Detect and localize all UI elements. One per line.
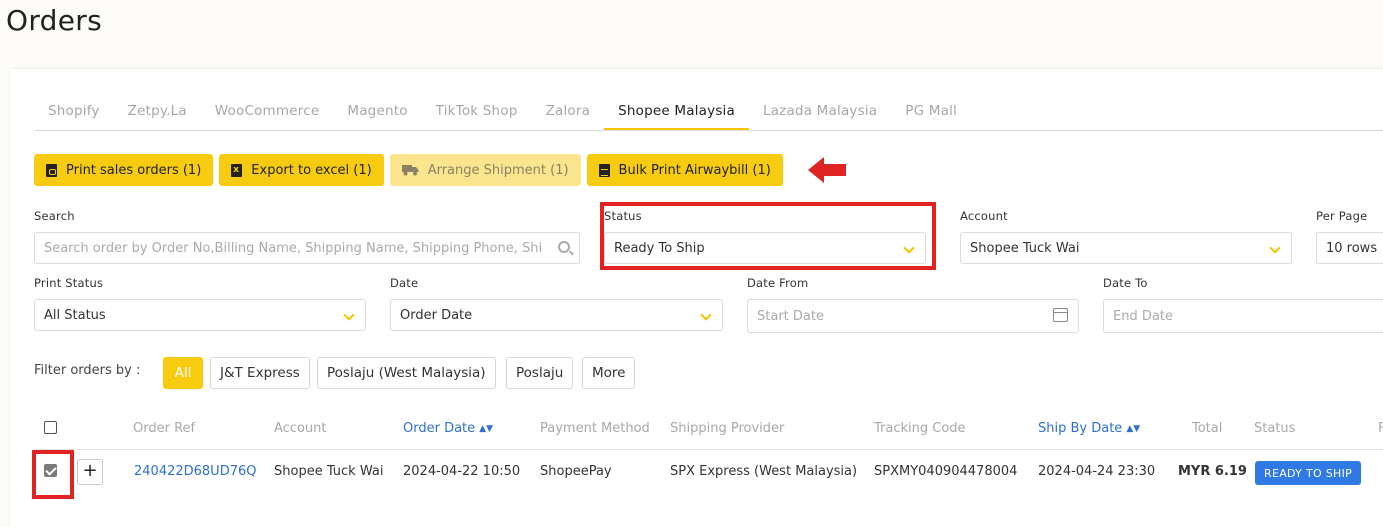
col-order-date[interactable]: Order Date ▲▼ [403,421,493,436]
row-order-date: 2024-04-22 10:50 [403,464,521,479]
sort-icon: ▲▼ [1126,424,1141,434]
red-arrow-annotation-icon [808,157,846,183]
account-label: Account [960,209,1008,223]
col-tracking-code: Tracking Code [874,421,966,436]
search-icon [558,241,570,253]
print-status-label: Print Status [34,276,104,290]
date-type-select[interactable]: Order Date [390,299,723,331]
date-from-input[interactable]: Start Date [747,299,1079,333]
select-all-checkbox[interactable] [44,421,57,434]
date-from-label: Date From [747,276,809,290]
bulk-actions: Print sales orders (1) Export to excel (… [34,154,783,186]
export-excel-label: Export to excel (1) [251,162,372,178]
channel-tabs: Shopify Zetpy.La WooCommerce Magento Tik… [34,99,1383,131]
print-status-value: All Status [44,307,106,323]
bulk-print-airwaybill-button[interactable]: Bulk Print Airwaybill (1) [586,154,783,186]
print-sales-orders-label: Print sales orders (1) [66,162,202,178]
chevron-down-icon [1269,242,1281,254]
account-select[interactable]: Shopee Tuck Wai [960,232,1292,264]
col-order-ref: Order Ref [133,421,196,436]
filter-chip-more[interactable]: More [582,357,636,389]
col-order-date-label: Order Date [403,421,476,436]
date-to-input[interactable]: End Date [1103,299,1383,333]
date-to-placeholder: End Date [1113,308,1173,324]
per-page-select[interactable]: 10 rows [1316,232,1383,264]
row-ship-by-date: 2024-04-24 23:30 [1038,464,1156,479]
date-to-label: Date To [1103,276,1148,290]
tab-zetpy-la[interactable]: Zetpy.La [114,99,201,130]
sort-icon: ▲▼ [479,424,493,434]
tab-lazada-malaysia[interactable]: Lazada Malaysia [749,99,891,130]
search-placeholder: Search order by Order No,Billing Name, S… [44,240,543,256]
col-overflow: F [1378,421,1383,436]
tab-shopee-malaysia[interactable]: Shopee Malaysia [604,99,749,130]
truck-icon [401,165,419,176]
col-ship-by-date[interactable]: Ship By Date ▲▼ [1038,421,1140,436]
search-label: Search [34,209,75,223]
filter-chip-poslaju[interactable]: Poslaju [506,357,574,389]
bulk-print-airwaybill-label: Bulk Print Airwaybill (1) [618,162,771,178]
orders-card: Shopify Zetpy.La WooCommerce Magento Tik… [10,68,1383,527]
filter-orders-label: Filter orders by : [34,363,141,378]
row-tracking-code: SPXMY040904478004 [874,464,1018,479]
col-status: Status [1254,421,1296,436]
row-shipping-provider: SPX Express (West Malaysia) [670,464,858,479]
col-total: Total [1192,421,1223,436]
chevron-down-icon [343,309,355,321]
row-payment-method: ShopeePay [540,464,612,479]
per-page-label: Per Page [1316,209,1368,223]
col-shipping-provider: Shipping Provider [670,421,785,436]
print-status-select[interactable]: All Status [34,299,366,331]
filter-chip-all[interactable]: All [163,357,203,389]
chevron-down-icon [700,309,712,321]
tab-shopify[interactable]: Shopify [34,99,114,130]
tab-tiktok-shop[interactable]: TikTok Shop [422,99,532,130]
order-ref-link[interactable]: 240422D68UD76Q [134,464,256,479]
tab-zalora[interactable]: Zalora [532,99,605,130]
tab-magento[interactable]: Magento [333,99,421,130]
expand-row-button[interactable]: + [77,459,103,485]
search-input[interactable]: Search order by Order No,Billing Name, S… [34,232,580,264]
page-title: Orders [6,4,102,37]
col-ship-by-date-label: Ship By Date [1038,421,1123,436]
filter-chip-jt-express[interactable]: J&T Express [210,357,310,389]
row-account: Shopee Tuck Wai [274,464,384,479]
tab-pg-mall[interactable]: PG Mall [891,99,971,130]
col-payment-method: Payment Method [540,421,650,436]
table-divider [34,449,1383,450]
col-account: Account [274,421,327,436]
date-label: Date [390,276,419,290]
status-badge: READY TO SHIP [1255,461,1362,485]
row-total: MYR 6.19 [1178,464,1247,479]
arrange-shipment-label: Arrange Shipment (1) [427,162,569,178]
account-select-value: Shopee Tuck Wai [970,240,1080,256]
tab-woocommerce[interactable]: WooCommerce [201,99,334,130]
date-from-placeholder: Start Date [757,308,824,324]
per-page-value: 10 rows [1326,240,1378,256]
checkbox-highlight-box [32,450,74,499]
filter-chip-poslaju-west[interactable]: Poslaju (West Malaysia) [317,357,496,389]
status-highlight-box [600,202,936,270]
print-sales-orders-button[interactable]: Print sales orders (1) [34,154,214,186]
document-icon [598,163,610,177]
export-excel-button[interactable]: Export to excel (1) [219,154,384,186]
calendar-icon [1053,308,1068,322]
date-type-value: Order Date [400,307,473,323]
pdf-file-icon [46,163,57,177]
arrange-shipment-button[interactable]: Arrange Shipment (1) [389,154,581,186]
excel-file-icon [231,163,243,177]
